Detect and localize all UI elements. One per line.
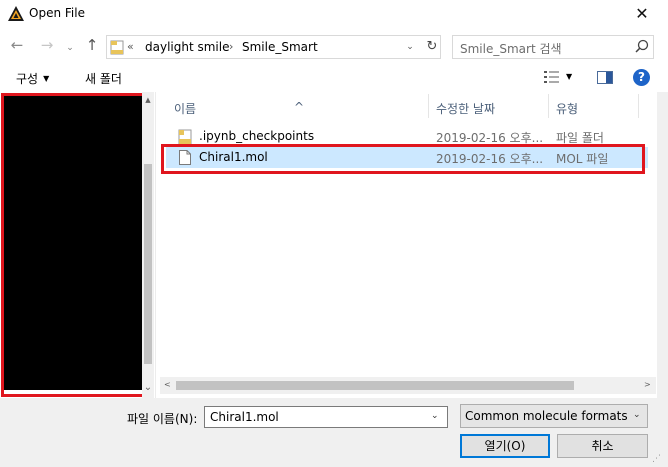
preview-pane-icon[interactable] [597,71,613,84]
scroll-up-icon[interactable]: ▲ [142,96,154,104]
app-logo-icon [8,6,24,21]
file-name-value: Chiral1.mol [210,410,279,424]
scroll-left-icon[interactable]: < [164,380,171,389]
breadcrumb-separator[interactable]: › [229,40,233,53]
address-dropdown-button[interactable]: ⌄ [401,38,419,56]
title-bar: Open File ✕ [0,0,668,30]
cancel-button[interactable]: 취소 [557,434,648,458]
column-separator[interactable] [428,94,429,118]
forward-button[interactable]: → [38,37,56,53]
navigation-pane-scrollbar[interactable]: ▲ ⌄ [142,92,154,398]
sort-ascending-icon: ^ [294,100,305,114]
up-folder-button[interactable]: ↑ [84,37,100,53]
dialog-footer: 파일 이름(N): Chiral1.mol ⌄ Common molecule … [0,398,668,467]
column-header-row: ^ 이름 수정한 날짜 유형 [160,92,656,120]
column-separator[interactable] [548,94,549,118]
column-name[interactable]: 이름 [174,100,196,117]
breadcrumb-overflow[interactable]: « [127,40,134,53]
file-type-value: Common molecule formats (*. [465,409,631,423]
folder-icon [178,129,192,145]
file-name-input[interactable]: Chiral1.mol ⌄ [204,406,448,428]
file-list-horizontal-scrollbar[interactable]: < > [160,377,656,394]
chevron-down-icon[interactable]: ⌄ [431,411,439,421]
navigation-pane[interactable] [0,92,155,398]
scroll-down-icon[interactable]: ⌄ [142,382,154,393]
search-input[interactable]: Smile_Smart 검색 [460,40,562,57]
open-file-dialog: Open File ✕ ← → ⌄ ↑ « daylight smile › S… [0,0,668,467]
breadcrumb-daylight-smile[interactable]: daylight smile [145,40,229,54]
navigation-bar: ← → ⌄ ↑ « daylight smile › Smile_Smart ⌄… [0,30,668,62]
file-type-select[interactable]: Common molecule formats (*. ⌄ [460,404,648,428]
help-icon[interactable]: ? [633,69,650,86]
highlight-box [1,93,147,397]
organize-label: 구성 [16,72,39,86]
breadcrumb-smile-smart[interactable]: Smile_Smart [242,40,318,54]
window-title: Open File [29,6,85,20]
file-list-vertical-scrollbar[interactable] [657,92,668,398]
file-name: .ipynb_checkpoints [199,129,315,143]
command-toolbar: 구성 ▼ 새 폴더 ▼ ? [0,62,668,92]
file-list[interactable]: ^ 이름 수정한 날짜 유형 .ipynb_checkpoints 2019-0… [160,92,656,377]
scrollbar-thumb[interactable] [176,381,574,390]
open-button[interactable]: 열기(O) [460,434,550,458]
organize-menu[interactable]: 구성 ▼ [16,70,49,87]
chevron-down-icon[interactable]: ⌄ [633,410,641,420]
resize-grip-icon[interactable]: ⋰ [652,454,661,464]
scrollbar-thumb[interactable] [144,164,152,364]
pane-divider[interactable] [155,92,156,398]
address-bar[interactable]: « daylight smile › Smile_Smart ⌄ ↻ [106,35,441,59]
view-options-icon[interactable] [543,70,561,84]
column-date-modified[interactable]: 수정한 날짜 [436,100,495,117]
column-separator[interactable] [638,94,639,118]
search-box[interactable]: Smile_Smart 검색 [452,35,654,59]
search-icon[interactable] [633,38,651,56]
scroll-right-icon[interactable]: > [644,380,651,389]
recent-locations-button[interactable]: ⌄ [64,40,76,56]
view-options-chevron-icon[interactable]: ▼ [566,72,572,81]
file-name-label: 파일 이름(N): [127,412,198,426]
refresh-button[interactable]: ↻ [423,37,441,57]
back-button[interactable]: ← [8,37,26,53]
new-folder-button[interactable]: 새 폴더 [85,70,122,87]
highlight-box [161,144,645,174]
column-type[interactable]: 유형 [556,100,578,117]
folder-icon [110,40,124,55]
close-button[interactable]: ✕ [624,2,660,26]
chevron-down-icon: ▼ [43,74,50,83]
